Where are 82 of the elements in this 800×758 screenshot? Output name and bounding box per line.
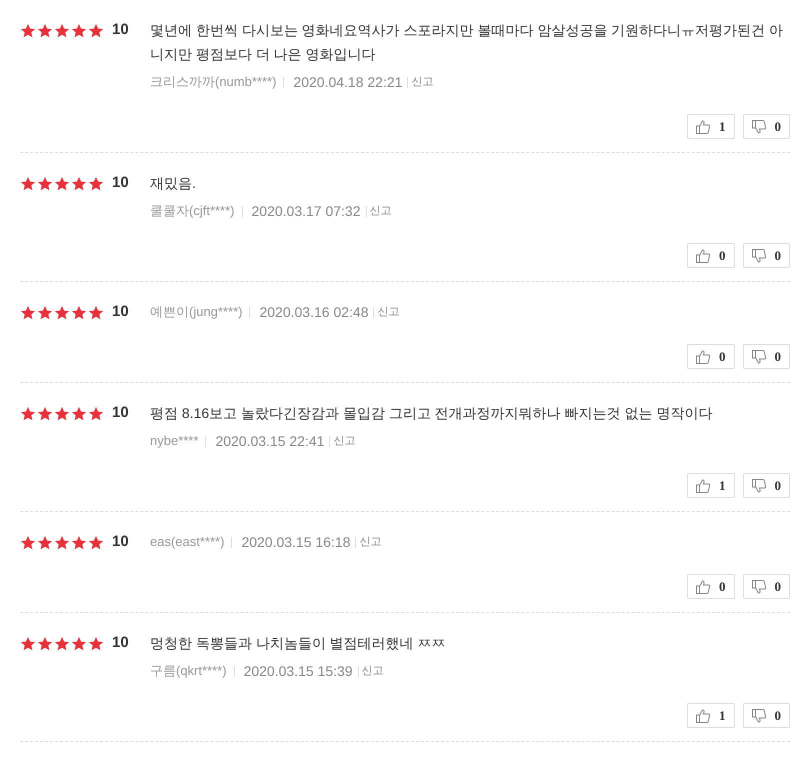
review-date: 2020.03.15 16:18 xyxy=(241,533,350,552)
like-button[interactable]: 0 xyxy=(687,243,734,268)
star-icon xyxy=(20,176,36,192)
author-name: nybe**** xyxy=(150,432,198,450)
review-text: 재밌음. xyxy=(150,174,197,193)
thumbs-up-icon xyxy=(695,708,711,724)
star-icon xyxy=(71,23,87,39)
review-text: 평점 8.16보고 놀랐다긴장감과 몰입감 그리고 전개과정까지뭐하나 빠지는것 없는 명작이다 xyxy=(150,404,714,423)
star-icon xyxy=(88,535,104,551)
review-text: 몇년에 한번씩 다시보는 영화네요역사가 스포라지만 볼때마다 암살성공을 기원하다니ㅠ저평가된건 아니지만 평점보다 더 나은 영화입니다 xyxy=(150,21,784,64)
star-icon xyxy=(88,406,104,422)
like-button[interactable]: 1 xyxy=(687,703,734,728)
star-icon xyxy=(37,406,53,422)
star-icon xyxy=(71,406,87,422)
thumbs-down-icon xyxy=(750,118,766,134)
like-button[interactable]: 0 xyxy=(687,574,734,599)
star-icon xyxy=(54,406,70,422)
review-date: 2020.03.15 22:41 xyxy=(215,432,324,451)
star-icon xyxy=(20,636,36,652)
thumbs-up-icon xyxy=(695,248,711,264)
thumbs-up-icon xyxy=(695,118,711,134)
author-name: 크리스까까(numb****) xyxy=(150,73,276,91)
thumbs-down-icon xyxy=(750,348,766,364)
report-link[interactable]: 신고 xyxy=(359,532,382,552)
dislike-button[interactable]: 0 xyxy=(742,243,790,268)
star-icon xyxy=(20,406,36,422)
dislike-button[interactable]: 0 xyxy=(742,344,790,369)
rating-score: 10 xyxy=(112,532,130,552)
star-icon xyxy=(20,305,36,321)
thumbs-down-icon xyxy=(750,248,766,264)
report-link[interactable]: 신고 xyxy=(370,201,392,221)
thumbs-up-icon xyxy=(695,478,711,494)
star-icon xyxy=(71,176,87,192)
star-icon xyxy=(20,23,36,39)
report-link[interactable]: 신고 xyxy=(411,72,434,92)
report-link[interactable]: 신고 xyxy=(377,302,400,322)
like-button[interactable]: 0 xyxy=(687,344,734,369)
dislike-button[interactable]: 0 xyxy=(742,114,790,139)
star-icon xyxy=(54,176,70,192)
star-icon xyxy=(88,23,104,39)
star-icon xyxy=(37,305,53,321)
star-icon xyxy=(37,636,53,652)
dislike-button[interactable]: 0 xyxy=(742,703,790,728)
review-date: 2020.03.16 02:48 xyxy=(259,303,368,322)
star-icon xyxy=(37,176,53,192)
author-name: eas(east****) xyxy=(150,533,224,551)
rating-score: 10 xyxy=(112,20,130,40)
thumbs-down-icon xyxy=(750,478,766,494)
review-date: 2020.03.15 15:39 xyxy=(244,662,353,681)
report-link[interactable]: 신고 xyxy=(333,431,356,451)
review-text: 멍청한 독뽕들과 나치놈들이 별점테러했네 ㅉㅉ xyxy=(150,634,447,653)
dislike-button[interactable]: 0 xyxy=(742,473,790,498)
star-icon xyxy=(88,176,104,192)
rating-score: 10 xyxy=(112,302,130,322)
star-icon xyxy=(71,636,87,652)
star-icon xyxy=(54,535,70,551)
star-icon xyxy=(88,636,104,652)
author-name: 예쁜이(jung****) xyxy=(150,303,242,321)
star-icon xyxy=(88,305,104,321)
star-icon xyxy=(54,305,70,321)
thumbs-up-icon xyxy=(695,578,711,594)
rating-score: 10 xyxy=(112,173,130,193)
report-link[interactable]: 신고 xyxy=(362,661,384,681)
dislike-button[interactable]: 0 xyxy=(742,574,790,599)
star-icon xyxy=(71,305,87,321)
review-date: 2020.04.18 22:21 xyxy=(293,73,402,92)
review-date: 2020.03.17 07:32 xyxy=(252,202,361,221)
star-icon xyxy=(54,23,70,39)
like-button[interactable]: 1 xyxy=(687,473,734,498)
like-button[interactable]: 1 xyxy=(687,114,734,139)
thumbs-up-icon xyxy=(695,348,711,364)
star-icon xyxy=(37,23,53,39)
thumbs-down-icon xyxy=(750,578,766,594)
rating-score: 10 xyxy=(112,403,130,423)
author-name: 쿨쿨자(cjft****) xyxy=(150,202,235,220)
author-name: 구름(qkrt****) xyxy=(150,662,227,680)
thumbs-down-icon xyxy=(750,708,766,724)
star-icon xyxy=(71,535,87,551)
rating-score: 10 xyxy=(112,633,130,653)
star-icon xyxy=(54,636,70,652)
star-icon xyxy=(20,535,36,551)
star-icon xyxy=(37,535,53,551)
